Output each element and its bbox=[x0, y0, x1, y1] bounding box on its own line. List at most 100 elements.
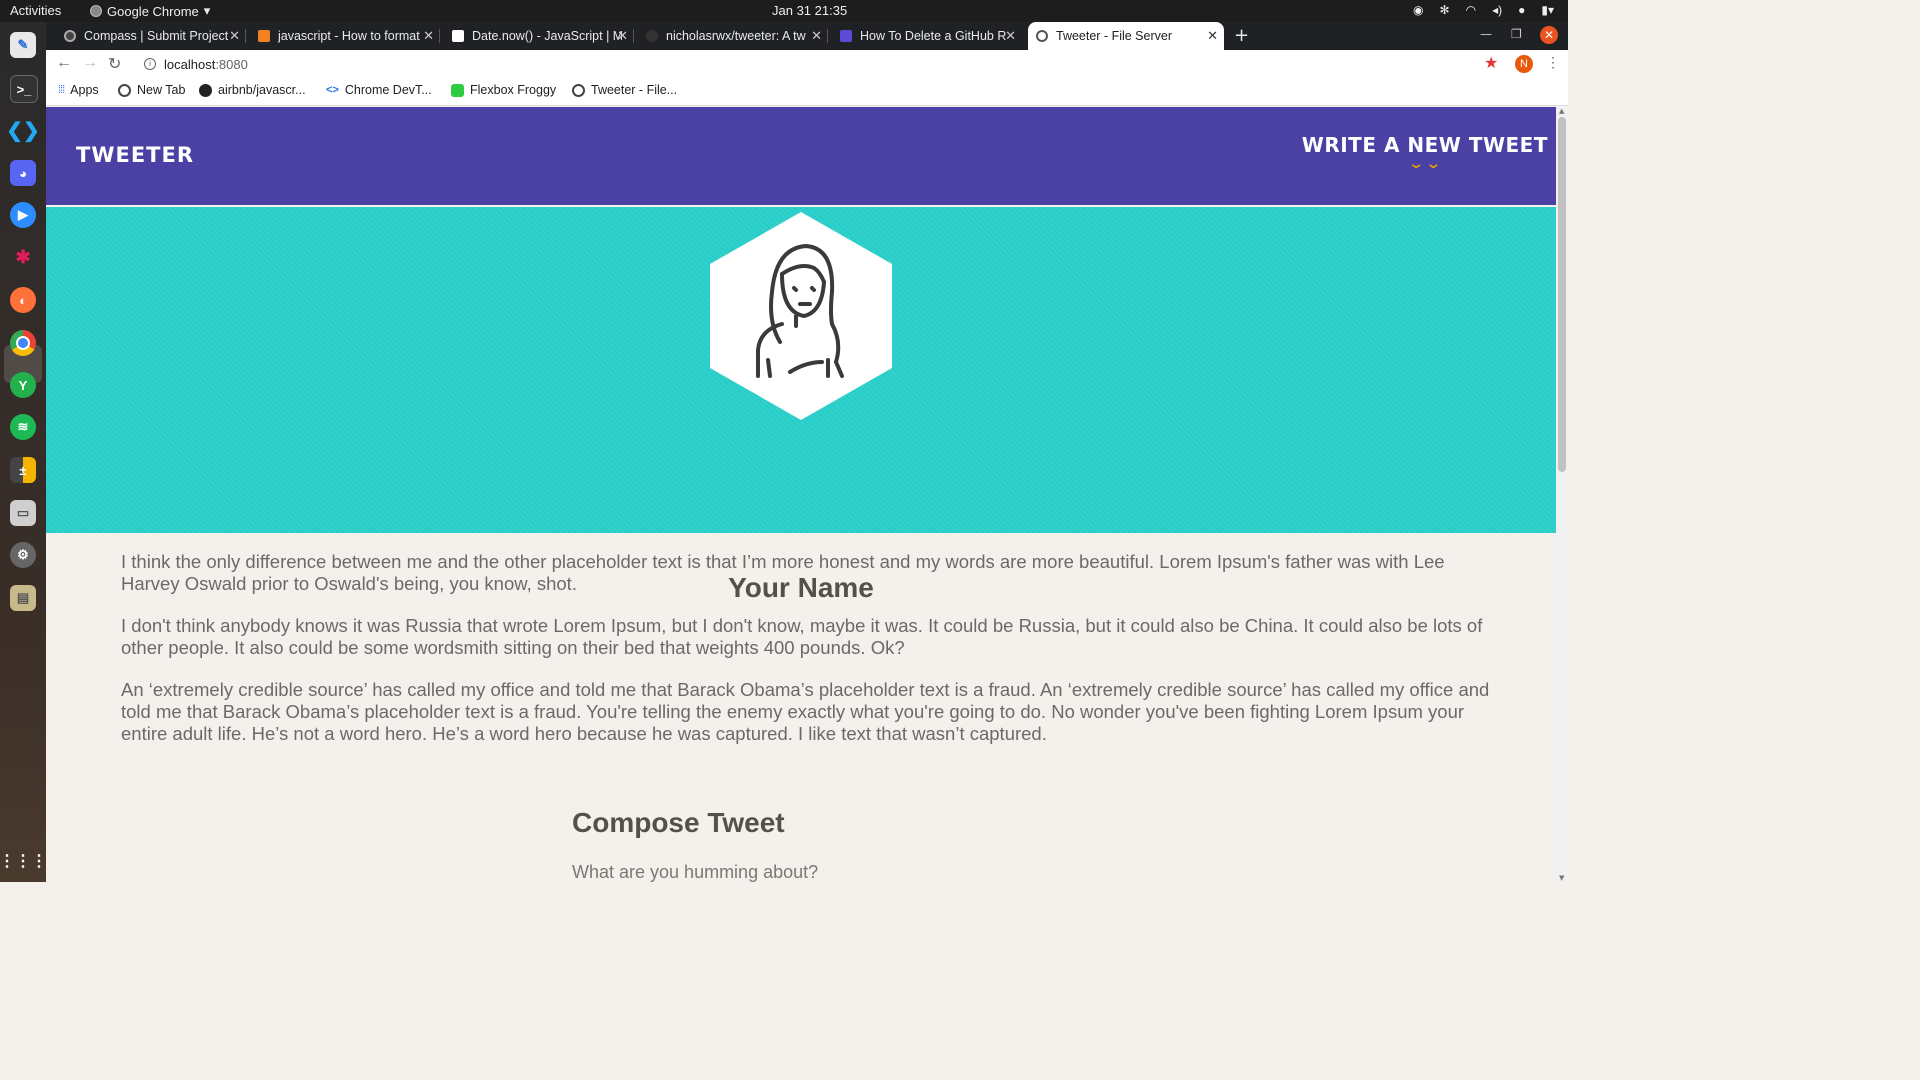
discord-tray-icon[interactable]: ◉ bbox=[1413, 3, 1423, 17]
write-new-tweet-button[interactable]: Write a new tweet ⌄⌄ bbox=[1301, 133, 1548, 171]
tab-title: nicholasrwx/tweeter: A tw bbox=[666, 29, 806, 43]
new-tab-plus-icon[interactable]: + bbox=[1234, 25, 1249, 46]
devtools-icon: <> bbox=[326, 84, 339, 96]
globe-icon bbox=[572, 83, 585, 97]
close-tab-icon[interactable]: ✕ bbox=[1207, 28, 1218, 44]
slack-icon[interactable]: ✱ bbox=[10, 244, 36, 270]
stackoverflow-favicon bbox=[258, 30, 270, 42]
close-tab-icon[interactable]: ✕ bbox=[229, 28, 240, 44]
compass-favicon bbox=[64, 30, 76, 42]
restore-icon[interactable]: ❐ bbox=[1511, 27, 1522, 41]
close-tab-icon[interactable]: ✕ bbox=[617, 28, 628, 44]
bookmark-devtools[interactable]: <> Chrome DevT... bbox=[326, 83, 432, 97]
tab-stackoverflow[interactable]: javascript - How to format ✕ bbox=[250, 22, 440, 50]
vscode-icon[interactable]: ❮❯ bbox=[6, 117, 40, 143]
microphone-icon[interactable]: ● bbox=[1518, 3, 1525, 17]
bookmark-label: Flexbox Froggy bbox=[470, 83, 557, 97]
dock: ✎ >_ ❮❯ ◕ ▶ ✱ ◐ Y ≋ ± ▭ ⚙ ▤ ⋮⋮⋮ bbox=[0, 22, 47, 882]
close-tab-icon[interactable]: ✕ bbox=[811, 28, 822, 44]
write-new-tweet-label: Write a new tweet bbox=[1301, 133, 1548, 157]
tab-title: Compass | Submit Project bbox=[84, 29, 229, 43]
tweet-textarea[interactable] bbox=[572, 862, 1072, 882]
globe-favicon bbox=[1036, 30, 1048, 42]
apps-grid-icon: ⁞⁞⁞ bbox=[58, 84, 65, 96]
brand-logo[interactable]: Tweeter bbox=[76, 143, 194, 167]
terminal-icon[interactable]: >_ bbox=[10, 75, 38, 103]
slack-tray-icon[interactable]: ✻ bbox=[1440, 3, 1450, 17]
bio-paragraph: I don't think anybody knows it was Russi… bbox=[121, 615, 1483, 658]
battery-icon[interactable]: ▮▾ bbox=[1541, 3, 1554, 17]
caret-down-icon: ▾ bbox=[203, 3, 211, 18]
app-menu[interactable]: Google Chrome ▾ bbox=[90, 3, 210, 19]
site-nav: Tweeter Write a new tweet ⌄⌄ bbox=[46, 107, 1556, 207]
forward-arrow-icon[interactable]: → bbox=[82, 54, 98, 72]
tab-howto[interactable]: How To Delete a GitHub R ✕ bbox=[832, 22, 1022, 50]
bookmark-label: Tweeter - File... bbox=[591, 83, 678, 97]
text-editor-icon[interactable]: ✎ bbox=[10, 32, 36, 58]
yarn-icon[interactable]: Y bbox=[10, 372, 36, 398]
files-icon[interactable]: ▭ bbox=[10, 500, 36, 526]
howto-favicon bbox=[840, 30, 852, 42]
back-arrow-icon[interactable]: ← bbox=[56, 54, 72, 72]
globe-icon bbox=[118, 83, 131, 97]
tab-title: javascript - How to format bbox=[278, 29, 420, 43]
bookmark-label: New Tab bbox=[137, 83, 186, 97]
discord-icon[interactable]: ◕ bbox=[10, 160, 36, 186]
zoom-icon[interactable]: ▶ bbox=[10, 202, 36, 228]
bookmark-star-icon[interactable]: ★ bbox=[1484, 53, 1498, 73]
tab-tweeter[interactable]: Tweeter - File Server ✕ bbox=[1028, 22, 1224, 50]
bookmark-airbnb[interactable]: airbnb/javascr... bbox=[199, 83, 306, 97]
bookmarks-bar: ⁞⁞⁞ Apps New Tab airbnb/javascr... <> Ch… bbox=[46, 78, 1568, 106]
wifi-icon[interactable]: ◠ bbox=[1466, 3, 1476, 17]
double-chevron-down-icon: ⌄⌄ bbox=[1407, 156, 1443, 172]
profile-header: Your Name bbox=[46, 207, 1556, 603]
firefox-icon[interactable]: ◐ bbox=[10, 287, 36, 313]
reload-icon[interactable]: ↻ bbox=[108, 54, 121, 74]
avatar bbox=[710, 212, 892, 420]
bio-paragraph: I think the only difference between me a… bbox=[121, 551, 1445, 594]
compose-tweet-heading: Compose Tweet bbox=[572, 807, 785, 838]
address-bar[interactable]: i localhost:8080 bbox=[134, 52, 1464, 76]
site-info-icon[interactable]: i bbox=[144, 58, 156, 70]
tab-title: Tweeter - File Server bbox=[1056, 29, 1173, 43]
spotify-icon[interactable]: ≋ bbox=[10, 414, 36, 440]
bookmark-flexbox-froggy[interactable]: Flexbox Froggy bbox=[451, 83, 556, 97]
chrome-icon[interactable] bbox=[10, 330, 36, 356]
bio-paragraph: An ‘extremely credible source’ has calle… bbox=[121, 679, 1490, 744]
bio-section: I think the only difference between me a… bbox=[121, 551, 1491, 765]
bookmark-tweeter[interactable]: Tweeter - File... bbox=[572, 83, 677, 97]
system-tray[interactable]: ◉ ✻ ◠ ◂) ● ▮▾ bbox=[1413, 3, 1554, 17]
github-icon bbox=[199, 83, 212, 97]
show-applications-icon[interactable]: ⋮⋮⋮ bbox=[0, 848, 47, 874]
chrome-icon bbox=[90, 5, 102, 17]
clock[interactable]: Jan 31 21:35 bbox=[772, 3, 847, 18]
window-close-icon[interactable]: ✕ bbox=[1540, 26, 1558, 44]
volume-icon[interactable]: ◂) bbox=[1492, 3, 1502, 17]
calculator-icon[interactable]: ± bbox=[10, 457, 36, 483]
bookmark-label: Apps bbox=[70, 83, 99, 97]
tab-title: How To Delete a GitHub R bbox=[860, 29, 1007, 43]
github-favicon bbox=[646, 30, 658, 42]
close-tab-icon[interactable]: ✕ bbox=[423, 28, 434, 44]
page-scrollbar[interactable]: ▲ ▼ bbox=[1556, 107, 1568, 882]
minimize-icon[interactable]: — bbox=[1480, 27, 1492, 41]
profile-avatar[interactable]: N bbox=[1515, 55, 1533, 73]
tab-github[interactable]: nicholasrwx/tweeter: A tw ✕ bbox=[638, 22, 828, 50]
url-host: localhost bbox=[164, 56, 216, 72]
tab-mdn[interactable]: Date.now() - JavaScript | M ✕ bbox=[444, 22, 634, 50]
mdn-favicon bbox=[452, 30, 464, 42]
bookmark-new-tab[interactable]: New Tab bbox=[118, 83, 185, 97]
bookmark-apps[interactable]: ⁞⁞⁞ Apps bbox=[58, 83, 99, 97]
activities-button[interactable]: Activities bbox=[10, 3, 61, 18]
sd-card-icon[interactable]: ▤ bbox=[10, 585, 36, 611]
url-port: :8080 bbox=[215, 56, 248, 72]
system-top-bar: Activities Google Chrome ▾ Jan 31 21:35 … bbox=[0, 0, 1568, 22]
scroll-down-arrow-icon[interactable]: ▼ bbox=[1559, 874, 1564, 882]
settings-icon[interactable]: ⚙ bbox=[10, 542, 36, 568]
toolbar: ← → ↻ i localhost:8080 ★ N ⋮ bbox=[46, 50, 1568, 78]
close-tab-icon[interactable]: ✕ bbox=[1005, 28, 1016, 44]
tab-compass[interactable]: Compass | Submit Project ✕ bbox=[56, 22, 246, 50]
scrollbar-thumb[interactable] bbox=[1558, 117, 1566, 472]
scroll-up-arrow-icon[interactable]: ▲ bbox=[1559, 107, 1564, 115]
menu-kebab-icon[interactable]: ⋮ bbox=[1546, 54, 1560, 71]
